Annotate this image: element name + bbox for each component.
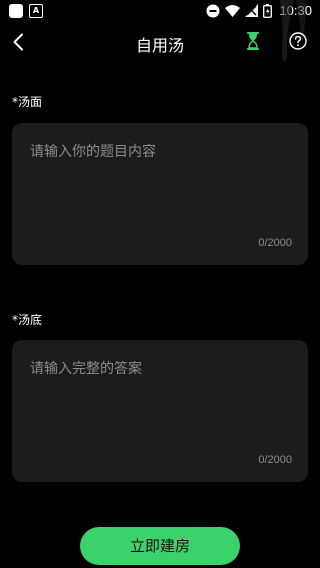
hourglass-icon [247, 32, 259, 50]
soup-bottom-label: *汤底 [12, 313, 43, 327]
header: 自用汤 [0, 24, 320, 60]
soup-bottom-card: 0/2000 [12, 340, 308, 482]
help-icon [289, 32, 307, 50]
help-button[interactable] [289, 32, 307, 50]
dnd-icon [206, 4, 220, 17]
status-left: A [9, 4, 43, 18]
status-bar: A 10:30 [0, 0, 320, 24]
create-room-button[interactable]: 立即建房 [80, 527, 240, 565]
page-title: 自用汤 [135, 36, 184, 55]
hourglass-button[interactable] [246, 32, 264, 52]
app-icon [9, 4, 23, 18]
soup-surface-card: 0/2000 [12, 123, 308, 265]
signal-icon [245, 4, 259, 17]
app-a-icon: A [29, 4, 43, 18]
soup-bottom-counter: 0/2000 [258, 454, 292, 466]
soup-surface-label: *汤面 [12, 95, 43, 109]
soup-surface-counter: 0/2000 [258, 237, 292, 249]
battery-icon [263, 3, 273, 18]
wifi-icon [225, 4, 241, 17]
